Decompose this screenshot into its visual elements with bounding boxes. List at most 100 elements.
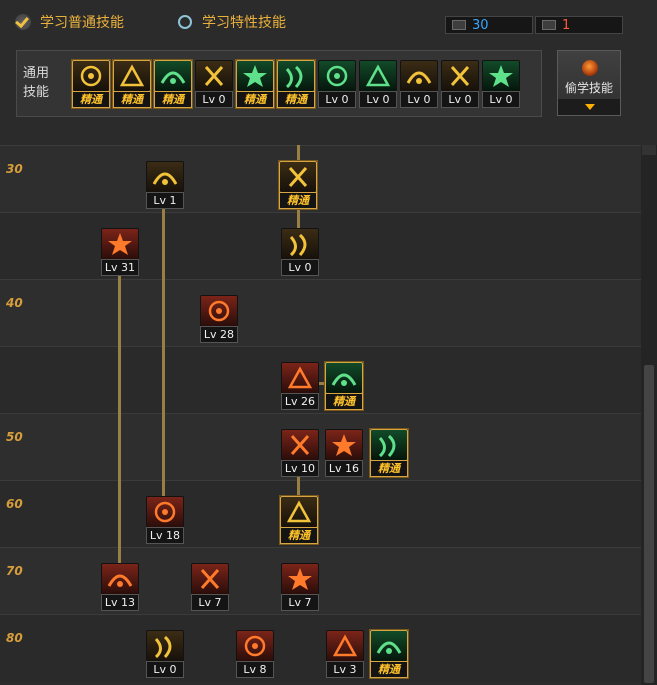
crosshair-icon[interactable] [277, 60, 315, 92]
scrollbar-thumb[interactable] [644, 365, 654, 683]
back-step-icon[interactable] [482, 60, 520, 92]
skill-slot[interactable]: Lv 0 [400, 60, 438, 108]
spider-icon[interactable] [370, 630, 408, 662]
arm-bend-icon[interactable] [200, 295, 238, 327]
skill-slot[interactable]: Lv 7 [281, 563, 319, 611]
dropdown-arrow-icon[interactable] [558, 99, 620, 115]
sit-recover-icon[interactable] [72, 60, 110, 92]
skill-slot[interactable]: 精通 [370, 630, 408, 678]
mastered-badge: 精通 [370, 460, 408, 477]
scorpion-icon[interactable] [279, 161, 317, 193]
skill-level-label: Lv 18 [146, 527, 184, 544]
skill-slot[interactable]: 精通 [370, 429, 408, 477]
skill-level-label: Lv 7 [281, 594, 319, 611]
level-band [0, 212, 641, 279]
level-band: 80 [0, 614, 641, 681]
mastered-badge: 精通 [236, 91, 274, 108]
level-band: 70 [0, 547, 641, 614]
skill-slot[interactable]: 精通 [72, 60, 110, 108]
archway-icon[interactable] [281, 563, 319, 595]
level-label: 60 [6, 497, 23, 511]
tab-learn-trait-skills[interactable]: 学习特性技能 [176, 10, 286, 34]
skill-slot[interactable]: Lv 16 [325, 429, 363, 477]
skill-slot[interactable]: Lv 0 [146, 630, 184, 678]
mastered-badge: 精通 [113, 91, 151, 108]
skill-slot[interactable]: Lv 10 [281, 429, 319, 477]
skill-slot[interactable]: Lv 0 [318, 60, 356, 108]
steal-skill-button[interactable]: 偷学技能 [557, 50, 621, 116]
skill-slot[interactable]: Lv 28 [200, 295, 238, 343]
skill-slot[interactable]: Lv 13 [101, 563, 139, 611]
skill-slot[interactable]: Lv 0 [281, 228, 319, 276]
skill-slot[interactable]: Lv 3 [326, 630, 364, 678]
skill-slot[interactable]: Lv 1 [146, 161, 184, 209]
level-label: 30 [6, 162, 23, 176]
tp-book-icon [542, 20, 556, 30]
skill-slot[interactable]: Lv 0 [441, 60, 479, 108]
flame-fist-icon[interactable] [281, 228, 319, 260]
spiral-icon[interactable] [146, 630, 184, 662]
skill-connector [118, 272, 121, 566]
hook-icon[interactable] [281, 362, 319, 394]
skill-slot[interactable]: Lv 31 [101, 228, 139, 276]
tab-learn-normal-skills[interactable]: 学习普通技能 [14, 10, 124, 34]
leap-strike-icon[interactable] [113, 60, 151, 92]
tab-label: 学习特性技能 [202, 15, 286, 31]
aura-eye-icon[interactable] [400, 60, 438, 92]
skill-slot[interactable]: 精通 [154, 60, 192, 108]
skill-slot[interactable]: 精通 [325, 362, 363, 410]
skill-window-header: 学习普通技能 学习特性技能 30 1 通用技能 精通 精通 精通 Lv 0 精通 精通 Lv… [0, 0, 657, 146]
target-icon[interactable] [236, 60, 274, 92]
fire-slash-icon[interactable] [236, 630, 274, 662]
skill-slot[interactable]: Lv 0 [359, 60, 397, 108]
skill-level-label: Lv 8 [236, 661, 274, 678]
skill-slot[interactable]: 精通 [277, 60, 315, 108]
sp-value: 30 [472, 17, 489, 33]
skill-slot[interactable]: Lv 8 [236, 630, 274, 678]
skill-slot[interactable]: 精通 [280, 496, 318, 544]
crimson-burst-icon[interactable] [326, 630, 364, 662]
dragon-icon[interactable] [191, 563, 229, 595]
level-band: 60 [0, 480, 641, 547]
pillar-burst-icon[interactable] [325, 429, 363, 461]
burning-bat-icon[interactable] [146, 496, 184, 528]
mana-icon[interactable] [359, 60, 397, 92]
power-up-icon[interactable] [441, 60, 479, 92]
skill-level-label: Lv 7 [191, 594, 229, 611]
skill-slot[interactable]: Lv 0 [482, 60, 520, 108]
skill-level-label: Lv 28 [200, 326, 238, 343]
sp-points-display: 30 [445, 16, 533, 34]
tp-value: 1 [562, 17, 571, 33]
level-label: 40 [6, 296, 23, 310]
skill-level-label: Lv 0 [400, 91, 438, 108]
skill-slot[interactable]: Lv 0 [195, 60, 233, 108]
level-band: 50 [0, 413, 641, 480]
spartan-icon[interactable] [281, 429, 319, 461]
skill-slot[interactable]: 精通 [279, 161, 317, 209]
skill-level-label: Lv 10 [281, 460, 319, 477]
skill-slot[interactable]: Lv 7 [191, 563, 229, 611]
skill-slot[interactable]: 精通 [236, 60, 274, 108]
tp-points-display: 1 [535, 16, 623, 34]
skill-connector [162, 205, 165, 497]
skill-level-label: Lv 0 [195, 91, 233, 108]
common-skills-label: 通用技能 [22, 66, 49, 100]
starburst-icon[interactable] [280, 496, 318, 528]
spartan-green-icon[interactable] [370, 429, 408, 461]
scroll-up-button[interactable] [642, 145, 656, 155]
skill-level-label: Lv 3 [326, 661, 364, 678]
tab-label: 学习普通技能 [40, 15, 124, 31]
wind-slash-icon[interactable] [318, 60, 356, 92]
skill-level-label: Lv 0 [441, 91, 479, 108]
dash-kick-icon[interactable] [154, 60, 192, 92]
skill-slot[interactable]: Lv 18 [146, 496, 184, 544]
skill-slot[interactable]: Lv 26 [281, 362, 319, 410]
skill-level-label: Lv 31 [101, 259, 139, 276]
skill-slot[interactable]: 精通 [113, 60, 151, 108]
whirl-slash-icon[interactable] [325, 362, 363, 394]
vortex-icon[interactable] [101, 563, 139, 595]
strike-flurry-icon[interactable] [101, 228, 139, 260]
baseball-bat-icon[interactable] [146, 161, 184, 193]
wing-icon[interactable] [195, 60, 233, 92]
radio-icon [176, 13, 194, 31]
